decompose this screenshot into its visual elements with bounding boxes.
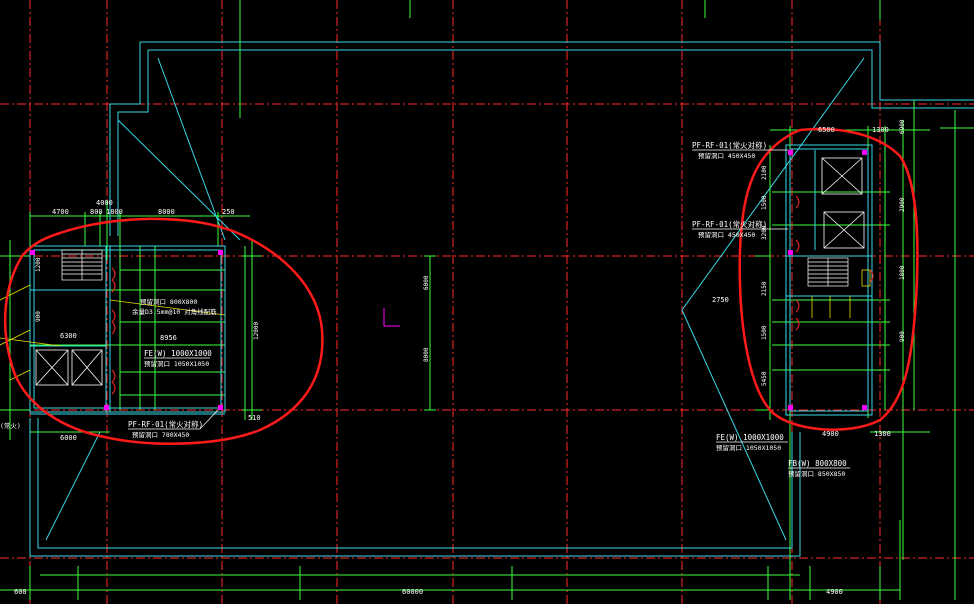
left-pf-bottom-sub: 预留洞口 780X450 <box>132 430 189 439</box>
dim-510: 510 <box>248 414 261 422</box>
right-pf-mid-label: PF-RF-01(常火对称) <box>692 219 767 229</box>
dim-5450: 5450 <box>761 371 768 386</box>
section-mark <box>383 308 400 327</box>
dim-1500: 1500 <box>761 195 768 210</box>
dim-6500: 6500 <box>818 126 835 134</box>
left-fe-label: FE(W) 1000X1000 <box>144 349 212 358</box>
stair-left <box>61 249 103 281</box>
cad-roof-plan-canvas[interactable]: 4700 800 1800 8000 250 4000 6300 6000 89… <box>0 0 974 604</box>
dim-2900: 2900 <box>899 197 906 212</box>
dim-4700: 4700 <box>52 208 69 216</box>
dim-1800: 1800 <box>106 208 123 216</box>
left-pf-bottom-label: PF-RF-01(常火对称) <box>128 419 203 429</box>
dim-2100: 2100 <box>761 165 768 180</box>
markup-circles[interactable] <box>3 127 919 445</box>
left-fe-sub: 预留洞口 1050X1050 <box>144 359 209 368</box>
dim-1300-bottom: 1300 <box>874 430 891 438</box>
right-fb-sub: 预留洞口 850X850 <box>788 469 845 478</box>
right-fb-label: FB(W) 800X800 <box>788 459 847 468</box>
right-fe-label: FE(W) 1000X1000 <box>716 433 784 442</box>
dim-4900-right: 4900 <box>822 430 839 438</box>
dim-600: 600 <box>14 588 27 596</box>
dim-1500b: 1500 <box>761 325 768 340</box>
dim-2150: 2150 <box>761 281 768 296</box>
dim-8000: 8000 <box>158 208 175 216</box>
dim-8000-mid: 8000 <box>423 347 430 362</box>
left-edge-label: (常火) <box>0 421 21 430</box>
dim-60000: 60000 <box>402 588 423 596</box>
dim-1300: 1300 <box>872 126 889 134</box>
dim-6000-left: 6000 <box>60 434 77 442</box>
dim-12000: 12000 <box>253 322 260 340</box>
dim-6300: 6300 <box>60 332 77 340</box>
dim-4900-bottom: 4900 <box>826 588 843 596</box>
right-pf-mid-sub: 预留洞口 450X450 <box>698 230 755 239</box>
dim-900-right: 900 <box>899 331 906 342</box>
dim-800: 800 <box>90 208 103 216</box>
left-spec-rebar: 余量D3.5mm@10 对角线配筋 <box>132 307 217 316</box>
dim-8956: 8956 <box>160 334 177 342</box>
column-marks <box>30 150 867 410</box>
right-pf-top-sub: 预留洞口 450X450 <box>698 151 755 160</box>
dim-250: 250 <box>222 208 235 216</box>
dim-1800-right: 1800 <box>899 265 906 280</box>
dim-6000-mid: 6000 <box>423 275 430 290</box>
annotation-labels: 预留洞口 800X800 余量D3.5mm@10 对角线配筋 FE(W) 100… <box>0 140 847 478</box>
dim-4000: 4000 <box>96 199 113 207</box>
dim-6900: 6900 <box>899 119 906 134</box>
right-pf-top-label: PF-RF-01(常火对称) <box>692 140 767 150</box>
dim-900: 900 <box>35 311 42 322</box>
stair-right <box>807 257 849 287</box>
dim-1200: 1200 <box>35 257 42 272</box>
dim-2750: 2750 <box>712 296 729 304</box>
right-fe-sub: 预留洞口 1050X1050 <box>716 443 781 452</box>
left-spec-800: 预留洞口 800X800 <box>140 297 197 306</box>
